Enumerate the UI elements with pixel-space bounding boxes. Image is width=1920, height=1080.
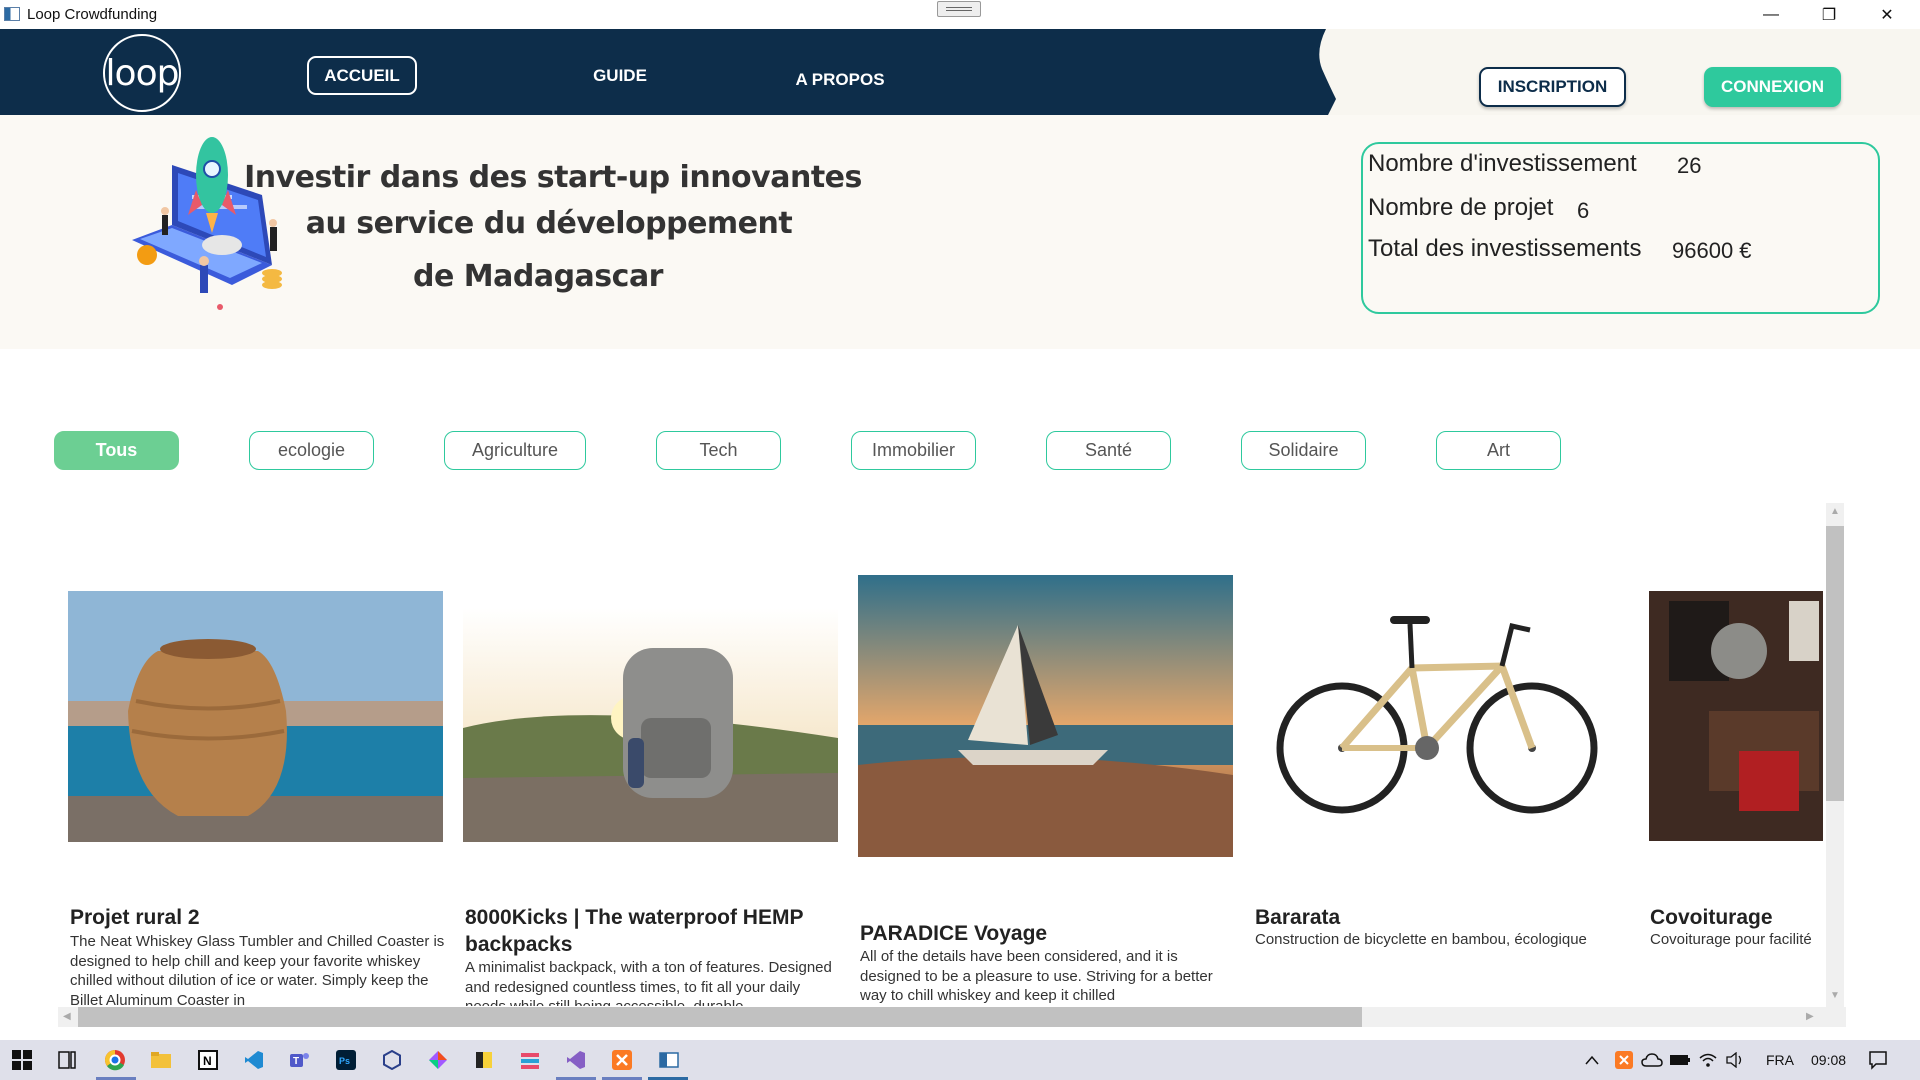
project-title[interactable]: Projet rural 2	[70, 904, 450, 931]
task-view-icon[interactable]	[55, 1048, 79, 1072]
project-image-car-interior[interactable]	[1649, 591, 1823, 841]
teams-icon[interactable]: T	[288, 1048, 312, 1072]
filter-art[interactable]: Art	[1436, 431, 1561, 470]
hexagon-app-icon[interactable]	[380, 1048, 404, 1072]
wifi-icon[interactable]	[1696, 1048, 1720, 1072]
vertical-scrollbar-thumb[interactable]	[1826, 526, 1844, 801]
project-image-bicycle[interactable]	[1262, 608, 1615, 832]
filter-agriculture[interactable]: Agriculture	[444, 431, 586, 470]
scroll-left-arrow-icon[interactable]: ◀	[63, 1011, 71, 1022]
loop-logo[interactable]: loop	[103, 34, 181, 112]
scroll-right-arrow-icon[interactable]: ▶	[1806, 1011, 1814, 1022]
file-explorer-icon[interactable]	[149, 1048, 173, 1072]
stats-panel: Nombre d'investissement 26 Nombre de pro…	[1361, 142, 1880, 314]
inscription-button[interactable]: INSCRIPTION	[1479, 67, 1626, 107]
svg-text:N: N	[203, 1054, 212, 1068]
onedrive-cloud-icon[interactable]	[1640, 1048, 1664, 1072]
filter-sante[interactable]: Santé	[1046, 431, 1171, 470]
projects-count-value: 6	[1577, 198, 1590, 223]
project-title[interactable]: 8000Kicks | The waterproof HEMP backpack…	[465, 904, 845, 958]
project-image-sailboat[interactable]	[858, 575, 1233, 857]
volume-icon[interactable]	[1724, 1048, 1748, 1072]
xampp-icon[interactable]	[610, 1048, 634, 1072]
battery-icon[interactable]	[1668, 1048, 1692, 1072]
visual-studio-icon[interactable]	[564, 1048, 588, 1072]
tray-xampp-icon[interactable]	[1612, 1048, 1636, 1072]
window-titlebar: Loop Crowdfunding — ❐ ✕	[0, 0, 1920, 29]
nav-a-propos[interactable]: A PROPOS	[780, 60, 900, 99]
scroll-up-arrow-icon[interactable]: ▲	[1830, 506, 1840, 517]
scroll-down-arrow-icon[interactable]: ▼	[1830, 990, 1840, 1001]
notion-icon[interactable]: N	[196, 1048, 220, 1072]
hero-title-line-3: de Madagascar	[413, 259, 663, 294]
app-icon	[4, 7, 20, 21]
project-description: A minimalist backpack, with a ton of fea…	[465, 959, 832, 1006]
project-description: The Neat Whiskey Glass Tumbler and Chill…	[70, 933, 445, 1007]
taskbar-clock[interactable]: 09:08	[1811, 1052, 1846, 1068]
chrome-icon[interactable]	[103, 1048, 127, 1072]
project-description: Covoiturage pour facilité	[1650, 931, 1812, 948]
filter-solidaire[interactable]: Solidaire	[1241, 431, 1366, 470]
project-image-backpack[interactable]	[463, 608, 838, 842]
project-cards-scroll-area[interactable]: Projet rural 2 The Neat Whiskey Glass Tu…	[0, 500, 1850, 1010]
sticky-notes-icon[interactable]	[472, 1048, 496, 1072]
nav-accueil[interactable]: ACCUEIL	[307, 56, 417, 95]
windows-start-icon[interactable]	[10, 1048, 34, 1072]
stack-app-icon[interactable]	[518, 1048, 542, 1072]
loop-app-taskbar-icon[interactable]	[657, 1048, 681, 1072]
project-title[interactable]: Bararata	[1255, 904, 1635, 931]
hero-title-line-2: au service du développement	[305, 206, 793, 241]
notifications-icon[interactable]	[1866, 1048, 1890, 1072]
filter-ecologie[interactable]: ecologie	[249, 431, 374, 470]
horizontal-scrollbar-thumb[interactable]	[78, 1007, 1362, 1027]
investments-count-value: 26	[1677, 153, 1702, 178]
projects-count-label: Nombre de projet	[1368, 194, 1554, 221]
input-language[interactable]: FRA	[1766, 1052, 1794, 1068]
filter-tech[interactable]: Tech	[656, 431, 781, 470]
photoshop-icon[interactable]: Ps	[334, 1048, 358, 1072]
nav-guide[interactable]: GUIDE	[560, 56, 680, 95]
svg-text:T: T	[293, 1056, 299, 1067]
project-description: All of the details have been considered,…	[860, 948, 1213, 1004]
windows-taskbar: N T Ps FRA 09:08	[0, 1040, 1920, 1080]
project-description: Construction de bicyclette en bambou, éc…	[1255, 931, 1587, 948]
hero-section: Investir dans des start-up innovantes au…	[0, 115, 1920, 349]
svg-text:Ps: Ps	[339, 1056, 350, 1066]
project-title[interactable]: PARADICE Voyage	[860, 920, 1240, 947]
vscode-icon[interactable]	[242, 1048, 266, 1072]
site-header: loop ACCUEIL GUIDE A PROPOS INSCRIPTION …	[0, 29, 1920, 115]
investments-count-label: Nombre d'investissement	[1368, 150, 1637, 177]
window-drag-handle[interactable]	[937, 1, 981, 17]
connexion-button[interactable]: CONNEXION	[1704, 67, 1841, 107]
filter-tous[interactable]: Tous	[54, 431, 179, 470]
close-button[interactable]: ✕	[1858, 0, 1916, 29]
filter-immobilier[interactable]: Immobilier	[851, 431, 976, 470]
project-image-vase[interactable]	[68, 591, 443, 842]
figma-icon[interactable]	[426, 1048, 450, 1072]
minimize-button[interactable]: —	[1742, 0, 1800, 29]
window-title: Loop Crowdfunding	[27, 6, 158, 23]
hero-title-line-1: Investir dans des start-up innovantes	[244, 160, 862, 195]
tray-chevron-up-icon[interactable]	[1580, 1048, 1604, 1072]
total-investments-value: 96600 €	[1672, 238, 1752, 263]
restore-button[interactable]: ❐	[1800, 0, 1858, 29]
total-investments-label: Total des investissements	[1368, 235, 1642, 262]
project-title[interactable]: Covoiturage	[1650, 904, 1825, 931]
